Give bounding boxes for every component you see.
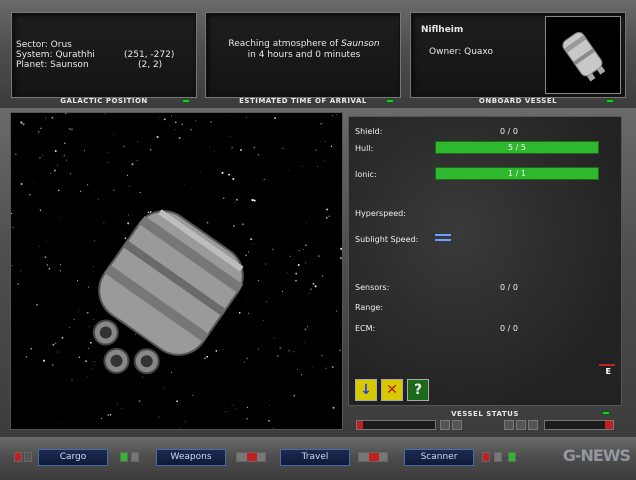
hull-label: Hull: — [355, 144, 374, 153]
red-indicator — [14, 452, 22, 462]
hyperspeed-label: Hyperspeed: — [355, 209, 406, 218]
cargo-button[interactable]: Cargo — [38, 449, 108, 466]
gray-indicator — [131, 452, 139, 462]
status-toggle[interactable] — [516, 420, 526, 430]
weapons-indicator — [236, 452, 266, 462]
onboard-vessel-panel: Niflheim Owner: Quaxo — [410, 12, 626, 98]
planet-coords: (2, 2) — [138, 60, 163, 70]
eta-panel: Reaching atmosphere of Saunson in 4 hour… — [205, 12, 401, 98]
status-toggle[interactable] — [440, 420, 450, 430]
ship-render — [92, 209, 244, 375]
ship-viewport — [10, 112, 343, 430]
system-line: System: Qurathhi — [16, 50, 95, 60]
vessel-name: Niflheim — [421, 25, 464, 35]
ecm-label: ECM: — [355, 324, 376, 333]
ecm-value: 0 / 0 — [500, 324, 518, 333]
e-tag: E — [605, 367, 611, 376]
range-label: Range: — [355, 303, 384, 312]
vessel-status-inner: Shield: 0 / 0 Hull: 5 / 5 Ionic: 1 / 1 H… — [348, 116, 622, 406]
weapons-button[interactable]: Weapons — [156, 449, 226, 466]
planet-line: Planet: Saunson — [16, 60, 89, 70]
unload-icon[interactable]: ✕ — [381, 379, 403, 401]
eta-caption: ESTIMATED TIME OF ARRIVAL — [239, 97, 367, 105]
sensors-value: 0 / 0 — [500, 283, 518, 292]
e-indicator-line — [599, 364, 615, 366]
ship-thumbnail-icon — [562, 31, 606, 82]
red-indicator — [482, 452, 490, 462]
status-slider-right[interactable] — [544, 420, 614, 430]
green-indicator — [120, 452, 128, 462]
shield-value: 0 / 0 — [500, 127, 518, 136]
status-toggle[interactable] — [452, 420, 462, 430]
eta-text: Reaching atmosphere of Saunson in 4 hour… — [206, 39, 402, 61]
vessel-thumbnail[interactable] — [545, 16, 621, 94]
down-arrow-icon[interactable]: ↓ — [355, 379, 377, 401]
bottom-bar: Cargo Weapons Travel Scanner G-NEWS — [0, 437, 636, 480]
status-controls — [344, 418, 626, 432]
eta-destination: Saunson — [341, 39, 380, 49]
status-led — [602, 411, 610, 415]
sublight-indicator-icon — [435, 231, 451, 243]
sublight-label: Sublight Speed: — [355, 235, 419, 244]
scanner-button[interactable]: Scanner — [404, 449, 474, 466]
status-toggle[interactable] — [504, 420, 514, 430]
shield-label: Shield: — [355, 127, 383, 136]
top-bar: Sector: Orus System: Qurathhi (251, -272… — [0, 0, 636, 108]
ionic-bar: 1 / 1 — [435, 167, 599, 180]
travel-button[interactable]: Travel — [280, 449, 350, 466]
help-icon[interactable]: ? — [407, 379, 429, 401]
status-led — [182, 99, 190, 103]
galactic-position-panel: Sector: Orus System: Qurathhi (251, -272… — [11, 12, 197, 98]
status-slider-left[interactable] — [356, 420, 436, 430]
vessel-status-panel: Shield: 0 / 0 Hull: 5 / 5 Ionic: 1 / 1 H… — [344, 112, 626, 410]
eta-time: in 4 hours and 0 minutes — [247, 50, 361, 60]
galactic-position-caption: GALACTIC POSITION — [60, 97, 148, 105]
status-led — [606, 99, 614, 103]
travel-indicator — [358, 452, 388, 462]
onboard-vessel-caption: ONBOARD VESSEL — [478, 97, 558, 105]
eta-prefix: Reaching atmosphere of — [228, 39, 342, 49]
ionic-label: Ionic: — [355, 170, 377, 179]
status-toggle[interactable] — [528, 420, 538, 430]
gray-indicator — [494, 452, 502, 462]
sensors-label: Sensors: — [355, 283, 390, 292]
gray-indicator — [24, 452, 32, 462]
watermark: G-NEWS — [562, 446, 631, 465]
sector-line: Sector: Orus — [16, 40, 72, 50]
green-indicator — [508, 452, 516, 462]
system-coords: (251, -272) — [124, 50, 175, 60]
hull-bar: 5 / 5 — [435, 141, 599, 154]
status-led — [386, 99, 394, 103]
vessel-owner: Owner: Quaxo — [429, 47, 493, 57]
